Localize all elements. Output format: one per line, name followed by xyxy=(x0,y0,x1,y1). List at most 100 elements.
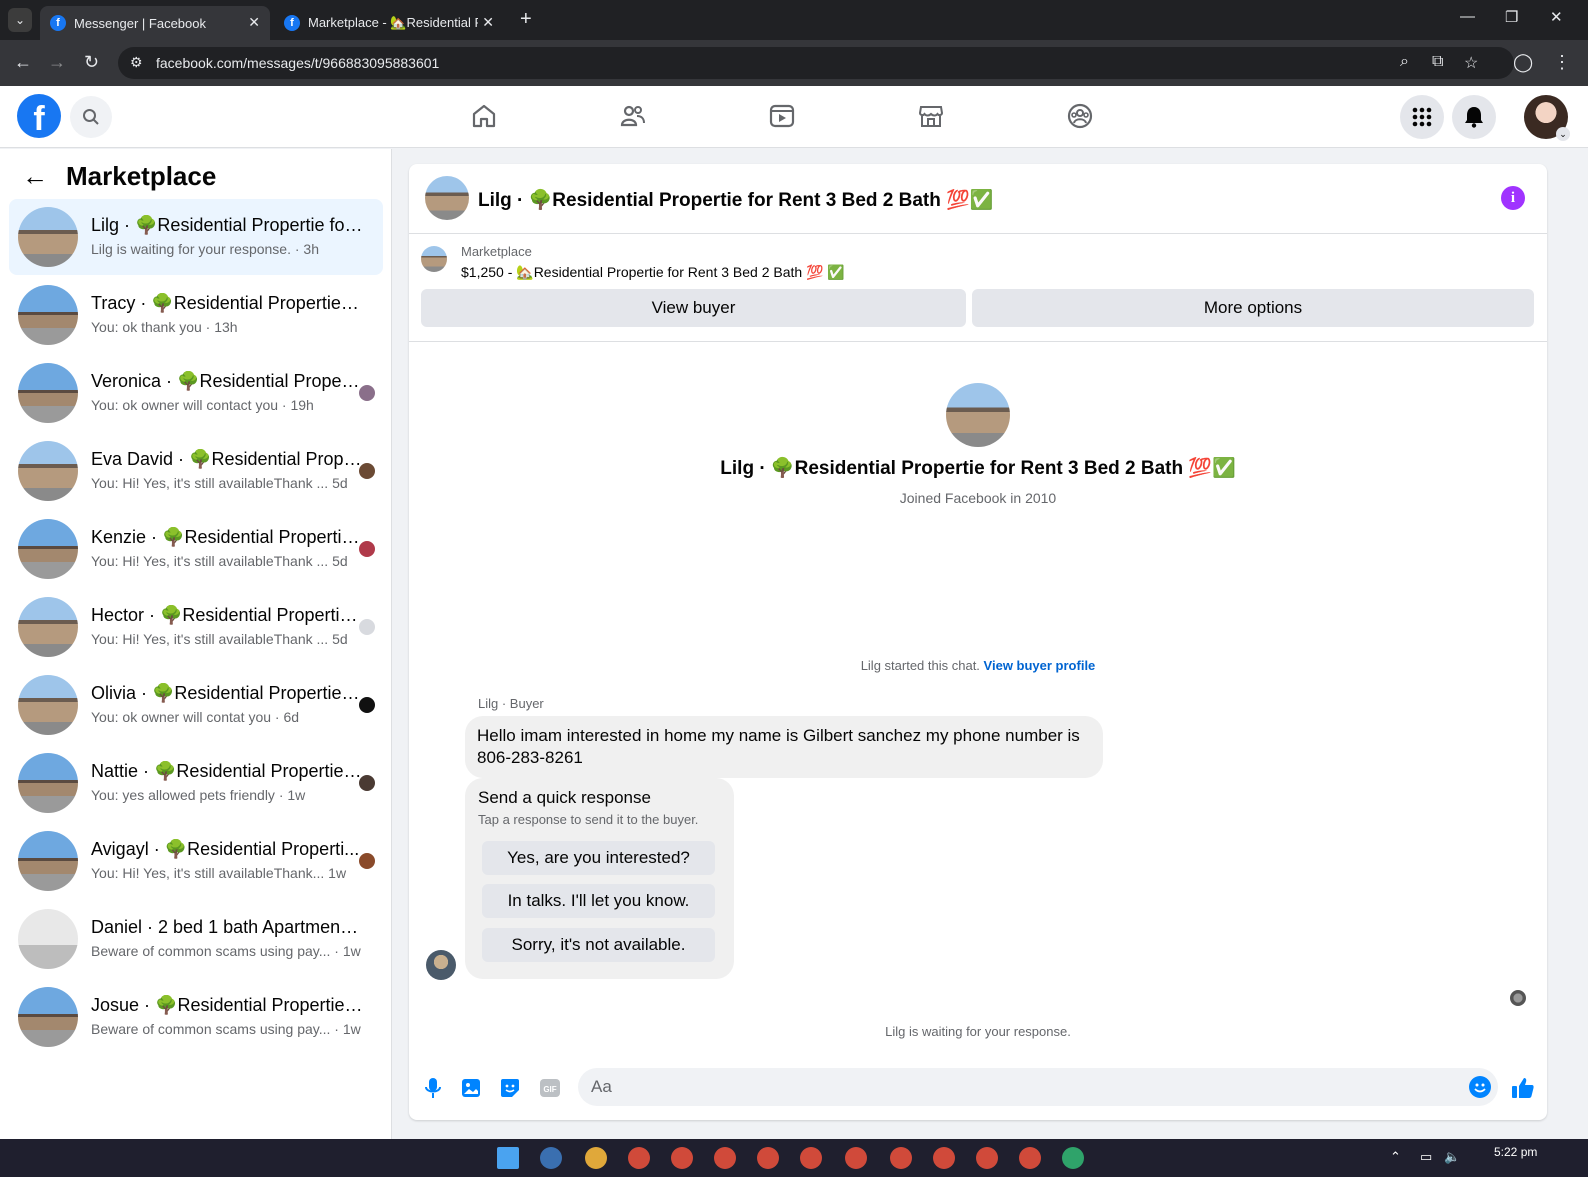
marketplace-icon xyxy=(918,106,944,127)
zoom-icon[interactable]: ⌕ xyxy=(1400,53,1409,71)
conversation-name: Tracy · 🌳Residential Propertie for ... xyxy=(91,293,363,313)
home-icon xyxy=(472,104,496,128)
nav-friends[interactable] xyxy=(617,100,649,132)
address-bar[interactable]: ⚙ facebook.com/messages/t/96688309588360… xyxy=(118,47,1514,79)
seen-avatar xyxy=(359,385,375,401)
conversation-item[interactable]: Hector · 🌳Residential Propertie... You: … xyxy=(9,589,383,665)
chrome-taskbar-icon[interactable] xyxy=(845,1147,867,1169)
new-tab-button[interactable]: + xyxy=(520,8,532,31)
browser-menu-icon[interactable]: ⋮ xyxy=(1553,52,1571,73)
taskbar: ⌃ ▭ 🔈 5:22 pm xyxy=(0,1139,1588,1177)
conversation-preview: You: yes allowed pets friendly · 1w xyxy=(91,787,306,803)
message-bubble[interactable]: Hello imam interested in home my name is… xyxy=(465,716,1103,778)
conversation-preview: You: Hi! Yes, it's still availableThank … xyxy=(91,553,348,569)
conversation-name: Eva David · 🌳Residential Prope... xyxy=(91,449,363,469)
notifications-button[interactable] xyxy=(1452,95,1496,139)
back-icon[interactable]: ← xyxy=(14,52,32,73)
chrome-taskbar-icon[interactable] xyxy=(1062,1147,1084,1169)
facebook-logo[interactable]: f xyxy=(17,94,61,138)
chrome-taskbar-icon[interactable] xyxy=(933,1147,955,1169)
info-icon[interactable]: i xyxy=(1501,186,1525,210)
forward-icon[interactable]: → xyxy=(48,52,66,73)
account-avatar[interactable]: ⌄ xyxy=(1524,95,1570,141)
sidebar-header: ← Marketplace xyxy=(22,161,216,192)
back-arrow-icon[interactable]: ← xyxy=(22,161,48,192)
conversation-name: Daniel · 2 bed 1 bath Apartment fo... xyxy=(91,917,363,937)
like-icon[interactable] xyxy=(1511,1076,1535,1100)
conversation-item[interactable]: Lilg · 🌳Residential Propertie for R... L… xyxy=(9,199,383,275)
volume-icon[interactable]: 🔈 xyxy=(1444,1149,1460,1165)
nav-home[interactable] xyxy=(468,100,500,132)
conversation-item[interactable]: Daniel · 2 bed 1 bath Apartment fo... Be… xyxy=(9,901,383,977)
quick-response-option[interactable]: Sorry, it's not available. xyxy=(482,928,715,962)
profile-icon[interactable]: ◯ xyxy=(1513,52,1533,73)
emoji-icon[interactable] xyxy=(1469,1076,1491,1098)
sender-label: Lilg · Buyer xyxy=(478,696,544,711)
chat-title[interactable]: Lilg · 🌳Residential Propertie for Rent 3… xyxy=(478,188,993,212)
search-button[interactable] xyxy=(70,96,112,138)
quick-response-option[interactable]: In talks. I'll let you know. xyxy=(482,884,715,918)
conversation-item[interactable]: Veronica · 🌳Residential Propert... You: … xyxy=(9,355,383,431)
photo-icon[interactable] xyxy=(459,1076,483,1100)
more-options-button[interactable]: More options xyxy=(972,289,1534,327)
menu-button[interactable] xyxy=(1400,95,1444,139)
chrome-taskbar-icon[interactable] xyxy=(714,1147,736,1169)
install-app-icon[interactable]: ⧉ xyxy=(1432,53,1443,71)
conversation-preview: You: ok owner will contat you · 6d xyxy=(91,709,300,725)
listing-label: Marketplace xyxy=(461,244,532,259)
conversation-item[interactable]: Nattie · 🌳Residential Propertie ... You:… xyxy=(9,745,383,821)
listing-thumbnail[interactable] xyxy=(421,246,447,272)
tab-search-button[interactable]: ⌄ xyxy=(8,8,32,32)
conversation-item[interactable]: Olivia · 🌳Residential Propertie f... You… xyxy=(9,667,383,743)
bookmark-star-icon[interactable]: ☆ xyxy=(1464,53,1478,73)
quick-response-option[interactable]: Yes, are you interested? xyxy=(482,841,715,875)
url-text[interactable]: facebook.com/messages/t/966883095883601 xyxy=(156,55,439,71)
conversation-item[interactable]: Eva David · 🌳Residential Prope... You: H… xyxy=(9,433,383,509)
chrome-taskbar-icon[interactable] xyxy=(976,1147,998,1169)
reload-icon[interactable]: ↻ xyxy=(84,52,99,73)
nav-groups[interactable] xyxy=(1064,100,1096,132)
site-info-icon[interactable]: ⚙ xyxy=(130,54,143,71)
chat-started-text: Lilg started this chat. xyxy=(860,658,980,673)
chrome-taskbar-icon[interactable] xyxy=(890,1147,912,1169)
chat-avatar[interactable] xyxy=(425,176,469,220)
buyer-avatar[interactable] xyxy=(426,950,456,980)
tray-chevron-icon[interactable]: ⌃ xyxy=(1390,1149,1401,1165)
close-window-icon[interactable]: ✕ xyxy=(1550,8,1563,26)
listing-price[interactable]: $1,250 - 🏡Residential Propertie for Rent… xyxy=(461,264,845,281)
conversation-name: Avigayl · 🌳Residential Properti... xyxy=(91,839,360,859)
conversation-item[interactable]: Kenzie · 🌳Residential Propertie... You: … xyxy=(9,511,383,587)
chrome-taskbar-icon[interactable] xyxy=(585,1147,607,1169)
taskbar-app-icon[interactable] xyxy=(540,1147,562,1169)
chrome-taskbar-icon[interactable] xyxy=(757,1147,779,1169)
nav-marketplace[interactable] xyxy=(915,100,947,132)
conversation-item[interactable]: Tracy · 🌳Residential Propertie for ... Y… xyxy=(9,277,383,353)
sticker-icon[interactable] xyxy=(498,1076,522,1100)
chat-panel: Lilg · 🌳Residential Propertie for Rent 3… xyxy=(409,164,1547,1120)
chrome-taskbar-icon[interactable] xyxy=(671,1147,693,1169)
view-buyer-button[interactable]: View buyer xyxy=(421,289,966,327)
chrome-taskbar-icon[interactable] xyxy=(800,1147,822,1169)
nav-video[interactable] xyxy=(766,100,798,132)
conversation-item[interactable]: Avigayl · 🌳Residential Properti... You: … xyxy=(9,823,383,899)
close-tab-icon[interactable]: ✕ xyxy=(248,14,260,31)
chat-header: Lilg · 🌳Residential Propertie for Rent 3… xyxy=(409,164,1547,234)
minimize-icon[interactable]: — xyxy=(1460,8,1475,25)
start-icon[interactable] xyxy=(497,1147,519,1169)
display-icon[interactable]: ▭ xyxy=(1420,1149,1432,1165)
close-tab-icon[interactable]: ✕ xyxy=(482,14,494,31)
restore-icon[interactable]: ❐ xyxy=(1505,8,1518,26)
conversation-item[interactable]: Josue · 🌳Residential Propertie for... Be… xyxy=(9,979,383,1055)
taskbar-clock[interactable]: 5:22 pm xyxy=(1494,1145,1537,1159)
gif-icon[interactable]: GIF xyxy=(538,1076,562,1100)
chrome-taskbar-icon[interactable] xyxy=(1019,1147,1041,1169)
microphone-icon[interactable] xyxy=(421,1076,445,1100)
message-input[interactable] xyxy=(578,1068,1498,1106)
chrome-taskbar-icon[interactable] xyxy=(628,1147,650,1169)
listing-thumbnail xyxy=(18,909,78,969)
tab-messenger[interactable]: f Messenger | Facebook ✕ xyxy=(40,6,270,40)
seen-avatar xyxy=(359,463,375,479)
tab-marketplace[interactable]: f Marketplace - 🏡Residential Pr ✕ xyxy=(274,6,504,40)
profile-avatar[interactable] xyxy=(946,383,1010,447)
view-buyer-profile-link[interactable]: View buyer profile xyxy=(984,658,1096,673)
